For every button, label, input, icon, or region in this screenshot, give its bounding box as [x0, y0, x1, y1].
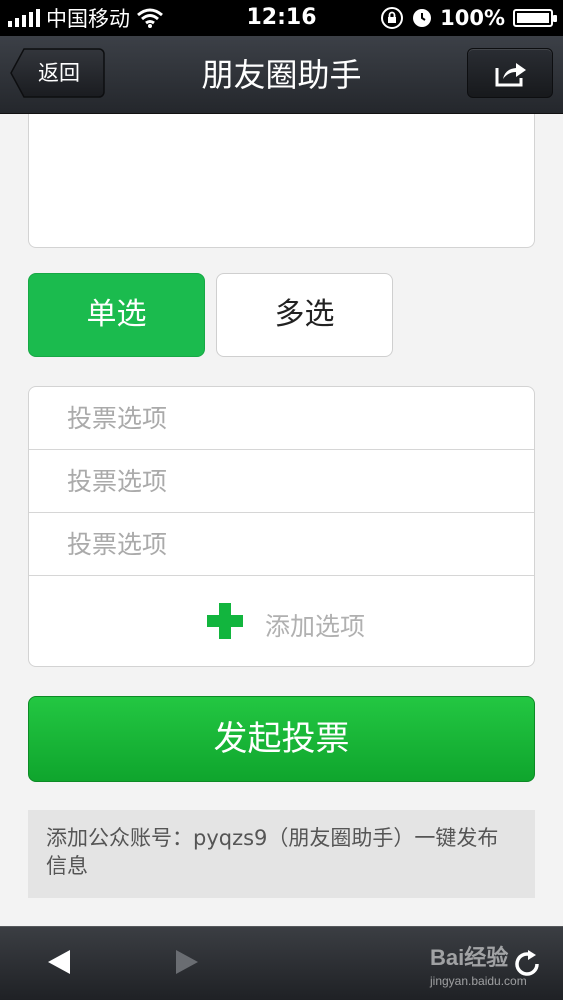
add-option-label: 添加选项 [265, 612, 366, 641]
rotation-lock-icon [381, 7, 404, 29]
multi-choice-button[interactable]: 多选 [216, 273, 393, 357]
alarm-icon [413, 9, 432, 27]
vote-option-input-3[interactable] [67, 513, 487, 576]
share-icon [495, 63, 526, 87]
tip-text: 添加公众账号：pyqzs9（朋友圈助手）一键发布信息 [28, 810, 535, 898]
vote-option-input-1[interactable] [67, 387, 487, 450]
add-option-button[interactable]: 添加选项 [29, 577, 534, 666]
vote-option-input-2[interactable] [67, 450, 487, 513]
back-arrow-icon[interactable] [48, 950, 70, 974]
watermark-url: jingyan.baidu.com [430, 974, 527, 988]
share-button[interactable] [467, 48, 553, 98]
battery-percent: 100% [440, 6, 505, 30]
vote-options-list: 添加选项 [28, 386, 535, 667]
vote-option-row [29, 513, 534, 576]
watermark: Bai经验 jingyan.baidu.com [430, 940, 527, 988]
vote-option-row [29, 450, 534, 513]
plus-icon [207, 603, 243, 639]
forward-arrow-icon[interactable] [176, 950, 198, 974]
start-vote-button[interactable]: 发起投票 [28, 696, 535, 782]
single-choice-button[interactable]: 单选 [28, 273, 205, 357]
vote-content-textarea[interactable] [28, 114, 535, 248]
battery-icon [513, 9, 557, 27]
status-right: 100% [380, 0, 557, 36]
watermark-brand: Bai经验 [430, 945, 509, 970]
status-bar: 中国移动 12:16 100% [0, 0, 563, 36]
nav-bar: 返回 朋友圈助手 [0, 36, 563, 114]
vote-option-row [29, 387, 534, 450]
